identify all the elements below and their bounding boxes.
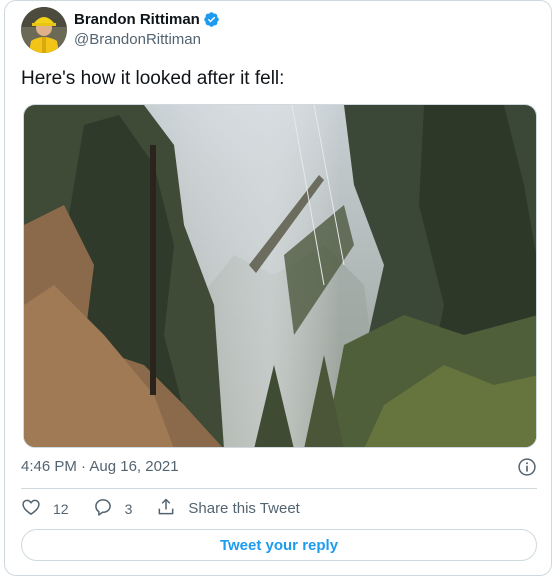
tweet-text: Here's how it looked after it fell: [21, 68, 285, 89]
like-button[interactable]: 12 [21, 497, 69, 522]
tweet-header: Brandon Rittiman @BrandonRittiman [21, 7, 220, 53]
share-button[interactable]: Share this Tweet [156, 497, 300, 522]
avatar[interactable] [21, 7, 67, 53]
like-count: 12 [53, 501, 69, 517]
share-label: Share this Tweet [188, 500, 300, 517]
reply-bubble-icon [93, 497, 113, 522]
tweet-your-reply-button[interactable]: Tweet your reply [21, 529, 537, 561]
author-display-name[interactable]: Brandon Rittiman [74, 11, 200, 29]
verified-badge-icon [203, 11, 220, 28]
author-handle[interactable]: @BrandonRittiman [74, 30, 220, 50]
action-bar: 12 3 Share this Tweet [21, 497, 324, 521]
info-icon[interactable] [517, 457, 537, 477]
tweet-photo[interactable] [23, 104, 537, 448]
author-names: Brandon Rittiman @BrandonRittiman [74, 11, 220, 50]
tweet-timestamp[interactable]: 4:46 PM · Aug 16, 2021 [21, 457, 179, 477]
timestamp-row: 4:46 PM · Aug 16, 2021 [21, 457, 537, 477]
share-icon [156, 497, 176, 522]
name-row: Brandon Rittiman [74, 11, 220, 29]
heart-icon [21, 497, 41, 522]
tweet-card: Brandon Rittiman @BrandonRittiman Here's… [4, 0, 552, 576]
reply-button[interactable]: 3 [93, 497, 133, 522]
reply-count: 3 [124, 501, 133, 517]
divider [21, 488, 537, 489]
